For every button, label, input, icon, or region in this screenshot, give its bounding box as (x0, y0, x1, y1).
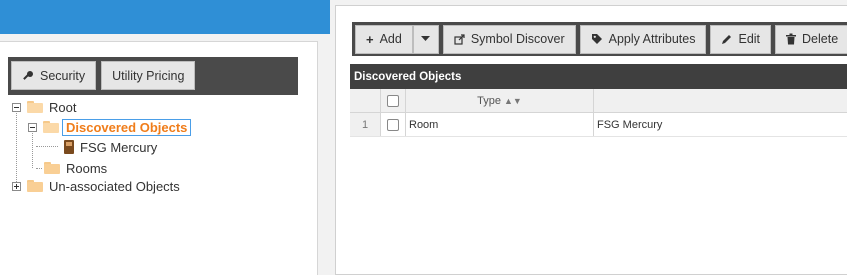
apply-attributes-label: Apply Attributes (608, 32, 696, 46)
column-header-name[interactable] (594, 89, 847, 112)
security-label: Security (40, 68, 86, 83)
symbol-discover-button[interactable]: Symbol Discover (442, 24, 576, 54)
utility-pricing-label: Utility Pricing (112, 68, 185, 83)
add-split-button: + Add (355, 24, 439, 54)
tree-label-unassociated-objects: Un-associated Objects (49, 178, 180, 194)
select-all-checkbox-cell (381, 89, 406, 112)
row-number: 1 (350, 113, 381, 136)
folder-open-icon (43, 121, 59, 133)
expand-icon[interactable] (12, 181, 21, 191)
column-header-type[interactable]: Type ▲▼ (406, 89, 594, 112)
sort-icon: ▲▼ (504, 95, 522, 106)
apply-attributes-button[interactable]: Apply Attributes (579, 24, 707, 54)
collapse-icon[interactable] (12, 102, 21, 112)
delete-label: Delete (802, 32, 839, 46)
row-checkbox-cell (381, 113, 406, 136)
tree-connector (36, 146, 58, 147)
row-checkbox[interactable] (387, 118, 399, 131)
select-all-checkbox[interactable] (387, 94, 399, 107)
grid-header-row: Type ▲▼ (350, 89, 847, 113)
symbol-discover-label: Symbol Discover (470, 32, 565, 46)
left-toolbar: Security Utility Pricing (8, 57, 298, 95)
tag-icon (591, 34, 602, 44)
grid-title: Discovered Objects (350, 64, 847, 89)
tree-node-fsg-mercury[interactable]: FSG Mercury (64, 137, 157, 157)
tree-connector (36, 168, 42, 169)
column-header-type-label: Type (477, 94, 502, 107)
discovered-objects-grid: Discovered Objects Type ▲▼ 1 Room FSG Me… (350, 64, 847, 164)
external-link-icon (454, 33, 465, 45)
tree-label-rooms: Rooms (66, 160, 108, 176)
tree-label-root: Root (49, 99, 77, 115)
tree-node-discovered-objects[interactable]: Discovered Objects (28, 117, 192, 137)
tree-connector (16, 106, 17, 186)
cell-name: FSG Mercury (597, 118, 663, 131)
table-row[interactable]: 1 Room FSG Mercury (350, 113, 847, 137)
tree-node-unassociated-objects[interactable]: Un-associated Objects (12, 176, 180, 196)
collapse-icon[interactable] (28, 122, 37, 132)
utility-pricing-button[interactable]: Utility Pricing (101, 61, 196, 90)
right-toolbar: + Add Symbol Discover Apply Attributes E… (352, 22, 847, 56)
add-dropdown-button[interactable] (412, 24, 439, 54)
security-button[interactable]: Security (11, 61, 97, 90)
folder-icon (44, 162, 60, 174)
device-icon (64, 140, 74, 154)
caret-down-icon (421, 36, 431, 41)
edit-label: Edit (738, 32, 761, 46)
tree-node-root[interactable]: Root (12, 97, 76, 117)
tree-node-rooms[interactable]: Rooms (44, 158, 107, 178)
folder-open-icon (27, 101, 43, 113)
add-button[interactable]: + Add (355, 24, 413, 54)
edit-button[interactable]: Edit (710, 24, 772, 54)
object-tree: Root Discovered Objects FSG Mercury Room… (8, 96, 308, 196)
tree-label-fsg-mercury: FSG Mercury (80, 139, 158, 155)
plus-icon: + (366, 31, 374, 47)
add-label: Add (379, 32, 402, 46)
cell-type: Room (406, 113, 594, 136)
delete-button[interactable]: Delete (775, 24, 847, 54)
row-number-header (350, 89, 381, 112)
left-header-bar (0, 0, 330, 34)
pencil-icon (722, 34, 732, 44)
trash-icon (786, 33, 797, 45)
key-icon (23, 70, 33, 80)
folder-icon (27, 180, 43, 192)
tree-label-discovered-objects: Discovered Objects (62, 118, 192, 136)
